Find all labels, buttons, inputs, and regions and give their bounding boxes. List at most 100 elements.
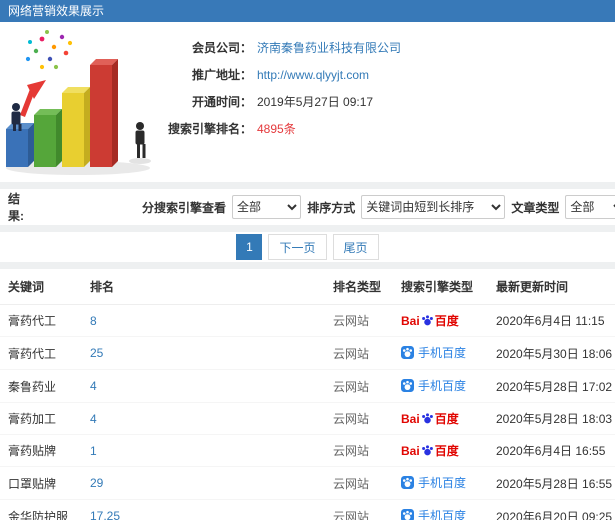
rank-link[interactable]: 29 (90, 476, 103, 490)
rank-cell: 4 (82, 402, 325, 435)
info-label: 会员公司： (191, 41, 252, 55)
table-body: 膏药代工 8 云网站 Bai 百度 2020年6月4日 11:15 膏药代工 25… (0, 305, 615, 520)
info-row: 搜索引擎排名： 4895条 (160, 116, 401, 143)
rank-link[interactable]: 8 (90, 314, 97, 328)
rank-cell: 4 (82, 369, 325, 403)
article-type-label: 文章类型 (511, 200, 560, 215)
column-header: 搜索引擎类型 (393, 269, 488, 305)
rank-type-cell: 云网站 (333, 314, 370, 328)
rank-cell: 25 (82, 336, 325, 370)
update-time-cell: 2020年5月28日 17:02 (488, 369, 615, 403)
update-time-cell: 2020年6月4日 11:15 (496, 314, 605, 328)
rank-type-cell: 云网站 (325, 402, 393, 435)
engine-filter-select[interactable]: 全部 (232, 195, 302, 219)
last-page-button[interactable]: 尾页 (332, 234, 379, 260)
mobile-baidu-logo: 手机百度 (401, 507, 466, 520)
rank-link[interactable]: 1 (90, 444, 97, 458)
baidu-logo: Bai 百度 (401, 443, 459, 459)
engine-cell: 手机百度 (393, 369, 488, 403)
filter-bar: 结果: 分搜索引擎查看 全部 排序方式 关键词由短到长排序 文章类型 全部 提交 (0, 189, 615, 225)
update-time-cell: 2020年5月28日 16:55 (488, 466, 615, 500)
update-time-cell: 2020年6月20日 09:25 (488, 499, 615, 520)
info-label: 搜索引擎排名： (167, 122, 252, 136)
filter-controls: 分搜索引擎查看 全部 排序方式 关键词由短到长排序 文章类型 全部 提交 (142, 185, 615, 229)
rank-link[interactable]: 25 (90, 346, 103, 360)
engine-cell: 手机百度 (393, 336, 488, 370)
page: 网络营销效果展示 会员公司： 济南秦鲁药业科技有限公司 推广地址： http:/… (0, 0, 615, 520)
table-header-row: 关键词 排名 排名类型 搜索引擎类型 最新更新时间 (0, 269, 615, 305)
table-row: 膏药贴牌 1 云网站 Bai 百度 2020年6月4日 16:55 (0, 434, 615, 467)
column-header: 关键词 (0, 269, 82, 305)
engine-cell: Bai 百度 (393, 305, 488, 337)
result-label: 结果: (8, 192, 24, 223)
keyword-cell: 膏药代工 (0, 336, 82, 370)
keyword-cell: 金华防护服 (0, 499, 82, 520)
engine-cell: 手机百度 (393, 466, 488, 500)
results-table: 关键词 排名 排名类型 搜索引擎类型 最新更新时间 膏药代工 8 云网站 Bai 百度 2… (0, 269, 615, 520)
mobile-baidu-icon (401, 346, 414, 359)
bar-chart-graphic (6, 30, 151, 175)
engine-filter-label: 分搜索引擎查看 (141, 200, 226, 215)
rank-type-cell: 云网站 (325, 369, 393, 403)
keyword-cell: 口罩贴牌 (0, 466, 82, 500)
next-page-button[interactable]: 下一页 (268, 234, 327, 260)
mobile-baidu-logo: 手机百度 (401, 474, 466, 491)
rank-link[interactable]: 17,25 (90, 509, 120, 520)
keyword-cell: 膏药加工 (0, 402, 82, 435)
update-time-cell: 2020年5月30日 18:06 (488, 336, 615, 370)
info-value[interactable]: 济南秦鲁药业科技有限公司 (257, 35, 401, 62)
keyword-cell: 膏药代工 (8, 314, 57, 328)
mobile-baidu-icon (401, 509, 414, 520)
titlebar: 网络营销效果展示 (0, 0, 615, 22)
article-type-select[interactable]: 全部 (565, 195, 615, 219)
chart-illustration (0, 27, 160, 177)
sort-select[interactable]: 关键词由短到长排序 (361, 195, 506, 219)
page-title: 网络营销效果展示 (8, 4, 105, 18)
info-value: 2019年5月27日 09:17 (257, 95, 374, 109)
results-table-section: 关键词 排名 排名类型 搜索引擎类型 最新更新时间 膏药代工 8 云网站 Bai 百度 2… (0, 269, 615, 520)
info-row: 推广地址： http://www.qlyyjt.com (160, 62, 401, 89)
rank-cell: 17,25 (82, 499, 325, 520)
engine-cell: Bai 百度 (393, 434, 488, 467)
info-list: 会员公司： 济南秦鲁药业科技有限公司 推广地址： http://www.qlyy… (160, 27, 401, 177)
update-time-cell: 2020年6月4日 16:55 (488, 434, 615, 467)
table-row: 膏药代工 8 云网站 Bai 百度 2020年6月4日 11:15 (0, 305, 615, 337)
rank-link[interactable]: 4 (90, 379, 97, 393)
table-row: 口罩贴牌 29 云网站 手机百度 2020年5月28日 16:55 (0, 466, 615, 500)
baidu-paw-icon (421, 445, 433, 456)
rank-cell: 1 (82, 434, 325, 467)
mobile-baidu-logo: 手机百度 (401, 377, 466, 394)
baidu-paw-icon (421, 413, 433, 424)
baidu-logo: Bai 百度 (401, 411, 459, 427)
column-header: 排名 (82, 269, 325, 305)
rank-link[interactable]: 4 (90, 412, 97, 426)
rank-type-cell: 云网站 (325, 336, 393, 370)
table-row: 膏药加工 4 云网站 Bai 百度 2020年5月28日 18:03 (0, 402, 615, 435)
page-current[interactable]: 1 (236, 234, 263, 260)
info-row: 开通时间： 2019年5月27日 09:17 (160, 89, 401, 116)
sort-label: 排序方式 (307, 200, 356, 215)
mobile-baidu-icon (401, 379, 414, 392)
rank-cell: 29 (82, 466, 325, 500)
table-row: 秦鲁药业 4 云网站 手机百度 2020年5月28日 17:02 (0, 369, 615, 403)
table-row: 金华防护服 17,25 云网站 手机百度 2020年6月20日 09:25 (0, 499, 615, 520)
info-value: 4895条 (257, 122, 296, 136)
column-header: 最新更新时间 (488, 269, 615, 305)
rank-cell: 8 (82, 305, 325, 337)
baidu-paw-icon (421, 315, 433, 326)
mobile-baidu-icon (401, 476, 414, 489)
info-row: 会员公司： 济南秦鲁药业科技有限公司 (160, 35, 401, 62)
rank-type-cell: 云网站 (325, 466, 393, 500)
info-label: 推广地址： (191, 68, 252, 82)
info-label: 开通时间： (191, 95, 252, 109)
column-header: 排名类型 (325, 269, 393, 305)
mobile-baidu-logo: 手机百度 (401, 344, 466, 361)
update-time-cell: 2020年5月28日 18:03 (488, 402, 615, 435)
pagination: 1 下一页 尾页 (0, 232, 615, 262)
info-value[interactable]: http://www.qlyyjt.com (257, 62, 369, 89)
top-section: 会员公司： 济南秦鲁药业科技有限公司 推广地址： http://www.qlyy… (0, 22, 615, 182)
baidu-logo: Bai 百度 (401, 313, 459, 329)
engine-cell: Bai 百度 (393, 402, 488, 435)
table-row: 膏药代工 25 云网站 手机百度 2020年5月30日 18:06 (0, 336, 615, 370)
rank-type-cell: 云网站 (325, 434, 393, 467)
